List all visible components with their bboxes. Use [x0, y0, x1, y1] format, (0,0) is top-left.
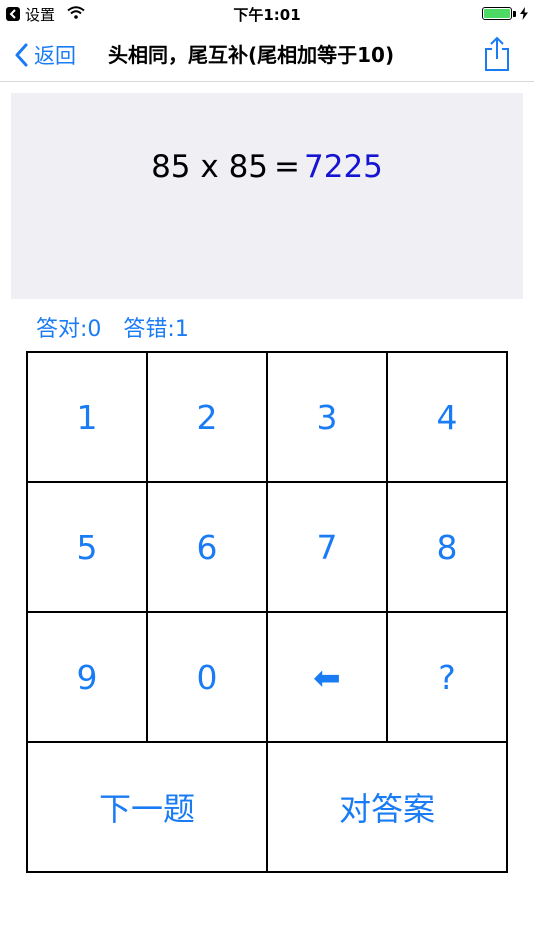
- chevron-left-icon: [15, 43, 28, 67]
- key-6[interactable]: 6: [148, 483, 268, 613]
- key-8[interactable]: 8: [388, 483, 508, 613]
- key-2[interactable]: 2: [148, 353, 268, 483]
- back-button[interactable]: 返回: [14, 40, 76, 70]
- navigation-bar: 返回 头相同，尾互补(尾相加等于10): [0, 28, 534, 82]
- back-button-label: 返回: [34, 44, 76, 68]
- question-line: 85 x 85 = 7225: [11, 149, 523, 189]
- key-1[interactable]: 1: [28, 353, 148, 483]
- backspace-arrow-icon: ⬅: [313, 657, 341, 697]
- keypad: 1 2 3 4 5 6 7 8 9 0 ⬅ ? 下一题 对答案: [26, 351, 508, 873]
- correct-count: 答对:0: [36, 317, 102, 342]
- key-5[interactable]: 5: [28, 483, 148, 613]
- key-3[interactable]: 3: [268, 353, 388, 483]
- question-panel: 85 x 85 = 7225: [11, 93, 523, 299]
- key-4[interactable]: 4: [388, 353, 508, 483]
- wrong-count: 答错:1: [123, 317, 189, 342]
- key-7[interactable]: 7: [268, 483, 388, 613]
- score-display: 答对:0 答错:1: [36, 311, 189, 342]
- status-bar: 设置 下午1:01: [0, 0, 534, 28]
- question-expression: 85 x 85: [151, 149, 269, 185]
- page-title: 头相同，尾互补(尾相加等于10): [108, 43, 395, 67]
- status-time: 下午1:01: [233, 6, 301, 24]
- check-answer-button[interactable]: 对答案: [268, 743, 508, 873]
- hint-button[interactable]: ?: [388, 613, 508, 743]
- equals-sign: =: [274, 149, 301, 185]
- share-icon[interactable]: [484, 36, 510, 76]
- answer-input-display: 7225: [304, 149, 383, 185]
- backspace-button[interactable]: ⬅: [268, 613, 388, 743]
- key-0[interactable]: 0: [148, 613, 268, 743]
- battery-icon: [482, 7, 512, 20]
- battery-level: [484, 9, 510, 18]
- key-9[interactable]: 9: [28, 613, 148, 743]
- battery-tip: [513, 11, 516, 17]
- next-question-button[interactable]: 下一题: [28, 743, 268, 873]
- charging-bolt-icon: [520, 6, 528, 24]
